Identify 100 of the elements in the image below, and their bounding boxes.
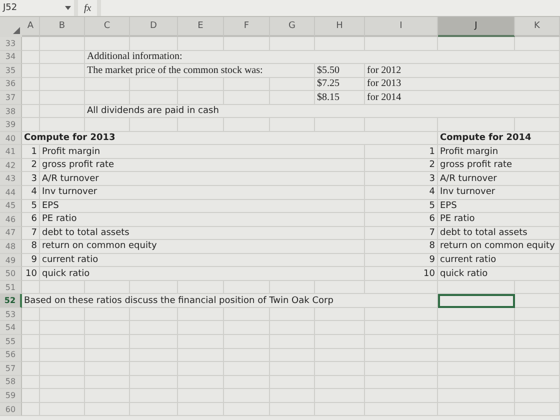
row-number[interactable]: 42: [0, 158, 22, 172]
empty-cell[interactable]: [224, 308, 270, 322]
empty-cell[interactable]: [130, 335, 178, 349]
empty-cell[interactable]: [224, 78, 270, 92]
empty-cell[interactable]: [365, 362, 438, 376]
empty-cell[interactable]: [224, 376, 270, 390]
empty-cell[interactable]: [224, 348, 270, 362]
empty-cell[interactable]: [438, 348, 515, 362]
empty-cell[interactable]: [178, 308, 224, 322]
empty-cell[interactable]: [224, 321, 270, 336]
column-header[interactable]: F: [224, 17, 270, 37]
column-header[interactable]: E: [178, 17, 224, 37]
empty-cell[interactable]: [365, 402, 438, 416]
row-number[interactable]: 46: [0, 213, 22, 227]
row-number[interactable]: 40: [0, 132, 22, 146]
row-number[interactable]: 43: [0, 172, 22, 186]
empty-cell[interactable]: [40, 91, 85, 105]
row-number[interactable]: 34: [0, 50, 22, 64]
column-header[interactable]: A: [22, 17, 40, 37]
empty-cell[interactable]: [438, 389, 515, 403]
empty-cell[interactable]: [365, 376, 438, 390]
formula-field[interactable]: [101, 0, 560, 16]
row-number[interactable]: 50: [0, 267, 22, 281]
row-number[interactable]: 44: [0, 186, 22, 200]
empty-cell[interactable]: [178, 321, 224, 336]
row-number[interactable]: 58: [0, 376, 22, 390]
empty-cell[interactable]: [85, 362, 130, 376]
column-header[interactable]: C: [85, 17, 130, 37]
empty-cell[interactable]: [515, 348, 560, 362]
row-number[interactable]: 45: [0, 200, 22, 214]
column-header[interactable]: H: [315, 17, 365, 37]
empty-cell[interactable]: [40, 78, 85, 92]
row-number[interactable]: 37: [0, 91, 22, 105]
empty-cell[interactable]: [85, 389, 130, 403]
column-header[interactable]: K: [515, 17, 560, 37]
empty-cell[interactable]: [40, 362, 85, 376]
column-header[interactable]: D: [130, 17, 178, 37]
empty-cell[interactable]: [365, 321, 438, 336]
empty-cell[interactable]: [315, 321, 365, 336]
empty-cell[interactable]: [270, 308, 315, 322]
empty-cell[interactable]: [365, 348, 438, 362]
row-number[interactable]: 47: [0, 226, 22, 240]
empty-cell[interactable]: [85, 376, 130, 390]
empty-cell[interactable]: [130, 389, 178, 403]
empty-cell[interactable]: [315, 362, 365, 376]
empty-cell[interactable]: [85, 78, 130, 92]
empty-cell[interactable]: [224, 362, 270, 376]
empty-cell[interactable]: [40, 389, 85, 403]
empty-cell[interactable]: [40, 335, 85, 349]
empty-cell[interactable]: [85, 335, 130, 349]
empty-cell[interactable]: [40, 376, 85, 390]
empty-cell[interactable]: [270, 402, 315, 416]
column-header[interactable]: G: [270, 17, 315, 37]
selected-cell[interactable]: [438, 294, 515, 308]
empty-cell[interactable]: [40, 348, 85, 362]
empty-cell[interactable]: [178, 335, 224, 349]
empty-cell[interactable]: [515, 308, 560, 322]
empty-cell[interactable]: [130, 308, 178, 322]
empty-cell[interactable]: [365, 389, 438, 403]
empty-cell[interactable]: [365, 308, 438, 322]
empty-cell[interactable]: [270, 335, 315, 349]
empty-cell[interactable]: [515, 402, 560, 416]
row-number[interactable]: 41: [0, 145, 22, 159]
row-number[interactable]: 36: [0, 78, 22, 92]
empty-cell[interactable]: [130, 376, 178, 390]
empty-cell[interactable]: [515, 376, 560, 390]
row-number[interactable]: 59: [0, 389, 22, 403]
row-number[interactable]: 60: [0, 402, 22, 416]
empty-cell[interactable]: [130, 402, 178, 416]
empty-cell[interactable]: [515, 280, 560, 294]
empty-cell[interactable]: [438, 402, 515, 416]
empty-cell[interactable]: [270, 348, 315, 362]
empty-cell[interactable]: [178, 348, 224, 362]
empty-cell[interactable]: [315, 402, 365, 416]
empty-cell[interactable]: [515, 389, 560, 403]
empty-cell[interactable]: [85, 308, 130, 322]
row-number[interactable]: 33: [0, 37, 22, 51]
empty-cell[interactable]: [224, 389, 270, 403]
empty-cell[interactable]: [85, 348, 130, 362]
empty-cell[interactable]: [515, 294, 560, 308]
row-number[interactable]: 51: [0, 280, 22, 294]
empty-cell[interactable]: [515, 321, 560, 336]
empty-cell[interactable]: [40, 308, 85, 322]
empty-cell[interactable]: [130, 348, 178, 362]
empty-cell[interactable]: [40, 402, 85, 416]
empty-cell[interactable]: [438, 321, 515, 336]
column-header[interactable]: J: [438, 17, 515, 37]
empty-cell[interactable]: [315, 335, 365, 349]
empty-cell[interactable]: [85, 321, 130, 336]
empty-cell[interactable]: [224, 335, 270, 349]
empty-cell[interactable]: [438, 308, 515, 322]
empty-cell[interactable]: [178, 402, 224, 416]
row-number[interactable]: 38: [0, 104, 22, 118]
caret-icon[interactable]: [65, 6, 71, 10]
empty-cell[interactable]: [130, 321, 178, 336]
empty-cell[interactable]: [85, 402, 130, 416]
row-number[interactable]: 55: [0, 335, 22, 349]
empty-cell[interactable]: [438, 376, 515, 390]
row-number[interactable]: 54: [0, 321, 22, 336]
empty-cell[interactable]: [270, 362, 315, 376]
